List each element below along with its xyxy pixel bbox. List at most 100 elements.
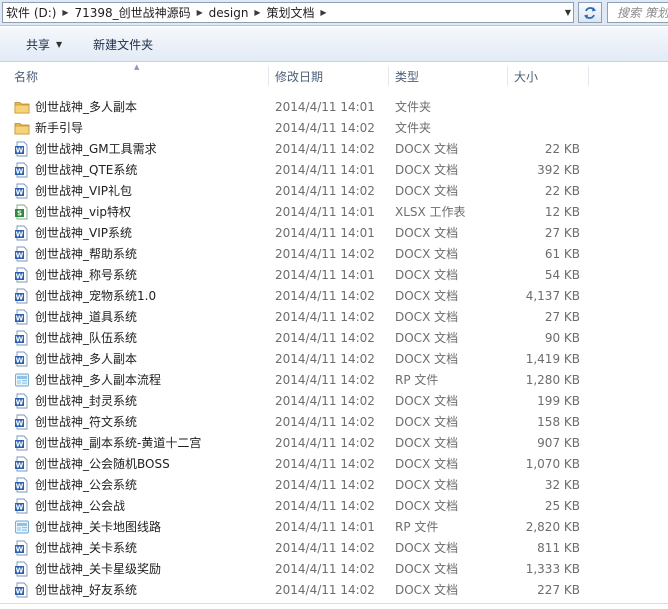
file-name: 新手引导 xyxy=(35,121,84,135)
refresh-button[interactable] xyxy=(578,2,602,23)
file-name: 创世战神_好友系统 xyxy=(35,583,138,597)
folder-icon xyxy=(14,120,30,136)
file-date: 2014/4/11 14:01 xyxy=(275,162,375,177)
chevron-right-icon[interactable]: ▶ xyxy=(317,8,329,17)
file-name: 创世战神_多人副本流程 xyxy=(35,373,162,387)
svg-text:W: W xyxy=(16,440,24,448)
column-header-name[interactable]: 名称 xyxy=(8,64,268,88)
file-row[interactable]: W 创世战神_称号系统 2014/4/11 14:01 DOCX 文档 54 KB xyxy=(0,264,668,285)
file-type: DOCX 文档 xyxy=(395,268,459,282)
file-row[interactable]: W 创世战神_封灵系统 2014/4/11 14:02 DOCX 文档 199 KB xyxy=(0,390,668,411)
file-date: 2014/4/11 14:02 xyxy=(275,540,375,555)
file-row[interactable]: W 创世战神_公会随机BOSS 2014/4/11 14:02 DOCX 文档 1,07… xyxy=(0,453,668,474)
svg-text:W: W xyxy=(16,587,24,595)
file-row[interactable]: 新手引导 2014/4/11 14:02 文件夹 xyxy=(0,117,668,138)
file-name: 创世战神_QTE系统 xyxy=(35,163,138,177)
file-date: 2014/4/11 14:02 xyxy=(275,456,375,471)
file-row[interactable]: W 创世战神_副本系统-黄道十二宫 2014/4/11 14:02 DOCX 文档 90… xyxy=(0,432,668,453)
file-type: DOCX 文档 xyxy=(395,415,459,429)
svg-text:W: W xyxy=(16,188,24,196)
file-name: 创世战神_称号系统 xyxy=(35,268,138,282)
column-header-size[interactable]: 大小 xyxy=(508,64,588,88)
file-size: 25 KB xyxy=(544,498,580,513)
search-input[interactable]: 搜索 策划... xyxy=(607,2,668,23)
file-row[interactable]: W 创世战神_多人副本 2014/4/11 14:02 DOCX 文档 1,419 KB xyxy=(0,348,668,369)
file-row[interactable]: W 创世战神_GM工具需求 2014/4/11 14:02 DOCX 文档 22 KB xyxy=(0,138,668,159)
file-row[interactable]: W 创世战神_好友系统 2014/4/11 14:02 DOCX 文档 227 KB xyxy=(0,579,668,600)
new-folder-button[interactable]: 新建文件夹 xyxy=(79,32,167,56)
file-row[interactable]: W 创世战神_公会战 2014/4/11 14:02 DOCX 文档 25 KB xyxy=(0,495,668,516)
breadcrumb: 软件 (D:) ▶ 71398_创世战神源码 ▶ design ▶ 策划文档 ▶ xyxy=(3,3,329,22)
file-type: 文件夹 xyxy=(395,121,432,135)
file-row[interactable]: W 创世战神_关卡星级奖励 2014/4/11 14:02 DOCX 文档 1,333 … xyxy=(0,558,668,579)
file-date: 2014/4/11 14:02 xyxy=(275,309,375,324)
address-history-dropdown-icon[interactable]: ▼ xyxy=(561,3,575,22)
file-name-cell: W 创世战神_宠物系统1.0 xyxy=(14,285,156,306)
file-name-cell: 创世战神_多人副本流程 xyxy=(14,369,161,390)
file-name-cell: S 创世战神_vip特权 xyxy=(14,201,131,222)
file-date: 2014/4/11 14:02 xyxy=(275,498,375,513)
file-row[interactable]: W 创世战神_VIP礼包 2014/4/11 14:02 DOCX 文档 22 KB xyxy=(0,180,668,201)
file-row[interactable]: 创世战神_关卡地图线路 2014/4/11 14:01 RP 文件 2,820 KB xyxy=(0,516,668,537)
file-type: DOCX 文档 xyxy=(395,541,459,555)
file-row[interactable]: W 创世战神_VIP系统 2014/4/11 14:01 DOCX 文档 27 KB xyxy=(0,222,668,243)
file-type: DOCX 文档 xyxy=(395,310,459,324)
word-doc-icon: W xyxy=(14,330,30,346)
file-size: 1,070 KB xyxy=(525,456,580,471)
svg-text:W: W xyxy=(16,314,24,322)
column-header-date[interactable]: 修改日期 xyxy=(269,64,388,88)
chevron-right-icon[interactable]: ▶ xyxy=(59,8,71,17)
word-doc-icon: W xyxy=(14,267,30,283)
word-doc-icon: W xyxy=(14,393,30,409)
column-header-row: ▲ 名称 修改日期 类型 大小 xyxy=(0,63,668,88)
file-date: 2014/4/11 14:02 xyxy=(275,393,375,408)
column-header-type[interactable]: 类型 xyxy=(389,64,507,88)
file-date: 2014/4/11 14:01 xyxy=(275,267,375,282)
file-type: DOCX 文档 xyxy=(395,583,459,597)
file-row[interactable]: W 创世战神_道具系统 2014/4/11 14:02 DOCX 文档 27 KB xyxy=(0,306,668,327)
rp-file-icon xyxy=(14,372,30,388)
file-size: 2,820 KB xyxy=(525,519,580,534)
file-row[interactable]: W 创世战神_宠物系统1.0 2014/4/11 14:02 DOCX 文档 4,137… xyxy=(0,285,668,306)
svg-text:W: W xyxy=(16,398,24,406)
file-list: 创世战神_多人副本 2014/4/11 14:01 文件夹 新手引导 2014/4/11… xyxy=(0,96,668,600)
file-size: 61 KB xyxy=(544,246,580,261)
breadcrumb-folder-design[interactable]: design xyxy=(206,6,252,20)
share-button[interactable]: 共享 ▼ xyxy=(12,32,76,56)
file-row[interactable]: W 创世战神_帮助系统 2014/4/11 14:02 DOCX 文档 61 KB xyxy=(0,243,668,264)
column-size-label: 大小 xyxy=(514,69,539,84)
file-name: 创世战神_帮助系统 xyxy=(35,247,138,261)
file-name-cell: W 创世战神_关卡系统 xyxy=(14,537,137,558)
file-name: 创世战神_GM工具需求 xyxy=(35,142,157,156)
breadcrumb-drive[interactable]: 软件 (D:) xyxy=(3,4,59,21)
file-row[interactable]: 创世战神_多人副本 2014/4/11 14:01 文件夹 xyxy=(0,96,668,117)
list-bottom-edge xyxy=(0,603,668,609)
file-type: RP 文件 xyxy=(395,373,439,387)
file-size: 22 KB xyxy=(544,183,580,198)
search-placeholder: 搜索 策划... xyxy=(617,6,668,20)
file-row[interactable]: W 创世战神_符文系统 2014/4/11 14:02 DOCX 文档 158 KB xyxy=(0,411,668,432)
file-name: 创世战神_关卡星级奖励 xyxy=(35,562,162,576)
file-type: DOCX 文档 xyxy=(395,226,459,240)
file-size: 392 KB xyxy=(537,162,580,177)
column-divider[interactable] xyxy=(588,66,589,86)
file-size: 227 KB xyxy=(537,582,580,597)
svg-text:W: W xyxy=(16,482,24,490)
file-type: DOCX 文档 xyxy=(395,331,459,345)
svg-text:W: W xyxy=(16,167,24,175)
file-size: 4,137 KB xyxy=(525,288,580,303)
file-row[interactable]: W 创世战神_QTE系统 2014/4/11 14:01 DOCX 文档 392 KB xyxy=(0,159,668,180)
breadcrumb-folder-current[interactable]: 策划文档 xyxy=(263,4,317,21)
address-bar[interactable]: 软件 (D:) ▶ 71398_创世战神源码 ▶ design ▶ 策划文档 ▶… xyxy=(2,2,574,23)
chevron-right-icon[interactable]: ▶ xyxy=(194,8,206,17)
file-row[interactable]: W 创世战神_关卡系统 2014/4/11 14:02 DOCX 文档 811 KB xyxy=(0,537,668,558)
file-name-cell: W 创世战神_公会系统 xyxy=(14,474,137,495)
chevron-right-icon[interactable]: ▶ xyxy=(251,8,263,17)
breadcrumb-folder-source[interactable]: 71398_创世战神源码 xyxy=(71,4,193,21)
file-row[interactable]: W 创世战神_队伍系统 2014/4/11 14:02 DOCX 文档 90 KB xyxy=(0,327,668,348)
file-row[interactable]: S 创世战神_vip特权 2014/4/11 14:01 XLSX 工作表 12 KB xyxy=(0,201,668,222)
file-row[interactable]: W 创世战神_公会系统 2014/4/11 14:02 DOCX 文档 32 KB xyxy=(0,474,668,495)
file-row[interactable]: 创世战神_多人副本流程 2014/4/11 14:02 RP 文件 1,280 KB xyxy=(0,369,668,390)
file-size: 22 KB xyxy=(544,141,580,156)
file-date: 2014/4/11 14:02 xyxy=(275,477,375,492)
